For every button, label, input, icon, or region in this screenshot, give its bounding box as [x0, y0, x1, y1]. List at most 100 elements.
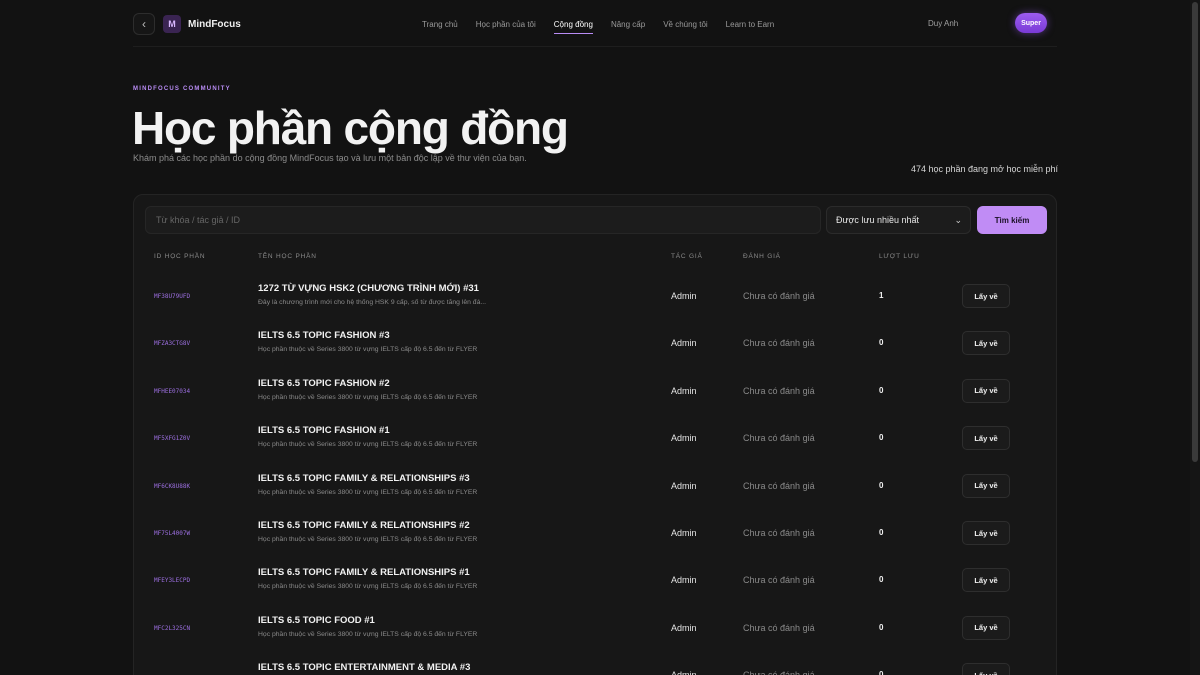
- module-id: MF6CK8U88K: [154, 482, 191, 490]
- module-rating: Chưa có đánh giá: [743, 433, 815, 444]
- module-author: Admin: [671, 385, 697, 396]
- top-navbar: ‹ M MindFocus Trang chủ Học phần của tôi…: [133, 10, 1057, 38]
- module-title: IELTS 6.5 TOPIC ENTERTAINMENT & MEDIA #3: [258, 662, 471, 674]
- module-saves: 0: [879, 575, 884, 585]
- sort-selected-value: Được lưu nhiều nhất: [836, 215, 919, 225]
- sort-select[interactable]: Được lưu nhiều nhất ⌄: [826, 206, 971, 234]
- module-author: Admin: [671, 575, 697, 586]
- module-id: MFZA3CTG8V: [154, 340, 191, 348]
- search-input[interactable]: [145, 206, 821, 234]
- module-id: MF38U79UFD: [154, 293, 191, 300]
- page-title: Học phần cộng đồng: [132, 102, 569, 154]
- table-header: ID HỌC PHẦN TÊN HỌC PHẦN TÁC GIẢ ĐÁNH GI…: [134, 253, 1056, 265]
- get-module-button[interactable]: Lấy về: [962, 426, 1010, 451]
- brand-name[interactable]: MindFocus: [188, 19, 241, 30]
- col-header-author: TÁC GIẢ: [671, 253, 703, 260]
- page-scrollbar[interactable]: [1190, 0, 1200, 675]
- module-rating: Chưa có đánh giá: [743, 670, 815, 675]
- module-rating: Chưa có đánh giá: [743, 480, 815, 491]
- table-row[interactable]: MFZA3CTG8V IELTS 6.5 TOPIC FASHION #3 Học …: [134, 320, 1056, 367]
- module-rating: Chưa có đánh giá: [743, 528, 815, 538]
- col-header-title: TÊN HỌC PHẦN: [258, 253, 317, 260]
- module-id: MF75L4007W: [154, 530, 191, 537]
- table-row[interactable]: IELTS 6.5 TOPIC ENTERTAINMENT & MEDIA #3…: [134, 652, 1056, 675]
- module-saves: 0: [879, 433, 884, 443]
- module-saves: 0: [879, 338, 884, 348]
- module-title: IELTS 6.5 TOPIC FASHION #2: [258, 377, 390, 389]
- col-header-id: ID HỌC PHẦN: [154, 253, 206, 260]
- module-title: IELTS 6.5 TOPIC FAMILY & RELATIONSHIPS #…: [258, 520, 470, 531]
- nav-about[interactable]: Về chúng tôi: [654, 10, 716, 38]
- get-module-button[interactable]: Lấy về: [962, 378, 1010, 403]
- search-button[interactable]: Tìm kiếm: [977, 206, 1047, 234]
- page-subtitle: Khám phá các học phần do cộng đồng MindF…: [133, 153, 527, 163]
- table-row[interactable]: MF75L4007W IELTS 6.5 TOPIC FAMILY & RELAT…: [134, 510, 1056, 557]
- module-author: Admin: [671, 480, 697, 491]
- table-row[interactable]: MF5XFG1Z0V IELTS 6.5 TOPIC FASHION #1 Học …: [134, 415, 1056, 462]
- module-rating: Chưa có đánh giá: [743, 291, 815, 301]
- module-author: Admin: [671, 622, 697, 633]
- module-id: MFHEE07034: [154, 387, 191, 395]
- chevron-left-icon: ‹: [142, 17, 146, 31]
- module-description: Học phần thuộc về Series 3800 từ vựng IE…: [258, 583, 478, 591]
- module-description: Học phần thuộc về Series 3800 từ vựng IE…: [258, 346, 478, 354]
- chevron-down-icon: ⌄: [954, 215, 962, 225]
- module-title: IELTS 6.5 TOPIC FOOD #1: [258, 614, 375, 626]
- module-title: IELTS 6.5 TOPIC FASHION #1: [258, 425, 390, 437]
- get-module-button[interactable]: Lấy về: [962, 284, 1010, 308]
- module-rating: Chưa có đánh giá: [743, 622, 815, 633]
- plan-badge[interactable]: Super: [1015, 13, 1047, 33]
- get-module-button[interactable]: Lấy về: [962, 615, 1010, 640]
- nav-my-modules[interactable]: Học phần của tôi: [467, 10, 545, 38]
- module-title: IELTS 6.5 TOPIC FAMILY & RELATIONSHIPS #…: [258, 567, 470, 579]
- module-id: MF5XFG1Z0V: [154, 435, 191, 443]
- table-row[interactable]: MFHEE07034 IELTS 6.5 TOPIC FASHION #2 Học …: [134, 368, 1056, 415]
- module-rating: Chưa có đánh giá: [743, 385, 815, 396]
- module-title: IELTS 6.5 TOPIC FAMILY & RELATIONSHIPS #…: [258, 472, 470, 484]
- module-author: Admin: [671, 670, 697, 675]
- table-row[interactable]: MF38U79UFD 1272 TỪ VỰNG HSK2 (CHƯƠNG TRÌN…: [134, 273, 1056, 320]
- module-saves: 0: [879, 528, 884, 537]
- module-title: 1272 TỪ VỰNG HSK2 (CHƯƠNG TRÌNH MỚI) #31: [258, 283, 479, 294]
- get-module-button[interactable]: Lấy về: [962, 473, 1010, 498]
- module-author: Admin: [671, 291, 697, 301]
- logo-icon[interactable]: M: [163, 15, 181, 33]
- nav-upgrade[interactable]: Nâng cấp: [602, 10, 654, 38]
- module-saves: 1: [879, 291, 884, 300]
- get-module-button[interactable]: Lấy về: [962, 331, 1010, 356]
- scrollbar-thumb[interactable]: [1192, 2, 1198, 462]
- table-row[interactable]: MFC2L325CN IELTS 6.5 TOPIC FOOD #1 Học phầ…: [134, 605, 1056, 652]
- module-description: Học phần thuộc về Series 3800 từ vựng IE…: [258, 393, 478, 401]
- table-row[interactable]: MF6CK8U88K IELTS 6.5 TOPIC FAMILY & RELAT…: [134, 463, 1056, 510]
- user-name[interactable]: Duy Anh: [928, 19, 958, 28]
- module-title: IELTS 6.5 TOPIC FASHION #3: [258, 330, 390, 342]
- module-description: Học phần thuộc về Series 3800 từ vựng IE…: [258, 441, 478, 449]
- module-rating: Chưa có đánh giá: [743, 575, 815, 586]
- module-saves: 0: [879, 480, 884, 490]
- module-saves: 0: [879, 385, 884, 395]
- module-id: MFEY3LECPD: [154, 577, 191, 585]
- col-header-rating: ĐÁNH GIÁ: [743, 253, 781, 260]
- nav-learn-to-earn[interactable]: Learn to Earn: [717, 10, 783, 38]
- get-module-button[interactable]: Lấy về: [962, 663, 1010, 675]
- get-module-button[interactable]: Lấy về: [962, 568, 1010, 593]
- module-description: Đây là chương trình mới cho hệ thống HSK…: [258, 299, 487, 306]
- modules-panel: Được lưu nhiều nhất ⌄ Tìm kiếm ID HỌC PH…: [133, 194, 1057, 675]
- header-divider: [133, 46, 1057, 47]
- module-saves: 0: [879, 670, 884, 675]
- module-description: Học phần thuộc về Series 3800 từ vựng IE…: [258, 488, 478, 496]
- module-saves: 0: [879, 622, 884, 632]
- nav-home[interactable]: Trang chủ: [413, 10, 467, 38]
- get-module-button[interactable]: Lấy về: [962, 521, 1010, 545]
- table-row[interactable]: MFEY3LECPD IELTS 6.5 TOPIC FAMILY & RELAT…: [134, 557, 1056, 604]
- module-author: Admin: [671, 528, 697, 538]
- module-rating: Chưa có đánh giá: [743, 338, 815, 349]
- col-header-saves: LƯỢT LƯU: [879, 253, 920, 260]
- module-count: 474 học phần đang mở học miễn phí: [910, 164, 1058, 174]
- back-button[interactable]: ‹: [133, 13, 155, 35]
- nav-community[interactable]: Cộng đồng: [545, 10, 602, 38]
- module-author: Admin: [671, 338, 697, 349]
- module-description: Học phần thuộc về Series 3800 từ vựng IE…: [258, 536, 478, 543]
- main-nav: Trang chủ Học phần của tôi Cộng đồng Nân…: [413, 10, 783, 38]
- module-id: MFC2L325CN: [154, 624, 191, 632]
